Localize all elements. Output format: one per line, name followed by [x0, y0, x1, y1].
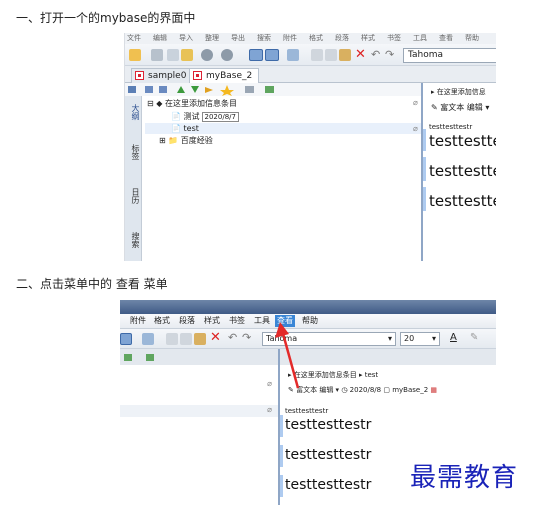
- red-arrow: [275, 322, 300, 389]
- watermark-text: 最需教育: [410, 463, 519, 493]
